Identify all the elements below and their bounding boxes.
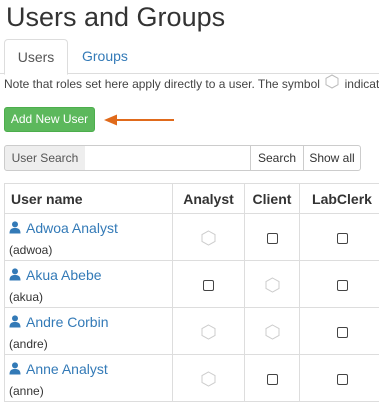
user-icon: [9, 266, 21, 286]
role-cell-client: [245, 214, 300, 261]
user-name-cell: Andre Corbin (andre): [5, 308, 173, 355]
user-search-label: User Search: [4, 145, 86, 171]
add-new-user-button[interactable]: Add New User: [4, 107, 95, 132]
role-cell-labclerk: [300, 214, 379, 261]
user-fullname[interactable]: Anne Analyst: [26, 361, 108, 377]
users-table: User name Analyst Client LabClerk Adwoa …: [4, 183, 379, 402]
column-header-username: User name: [5, 184, 173, 214]
user-fullname[interactable]: Andre Corbin: [26, 314, 109, 330]
user-icon: [9, 313, 21, 333]
roles-note-text: Note that roles set here apply directly …: [4, 77, 320, 91]
role-cell-analyst: [173, 261, 245, 308]
user-search-group: User Search Search Show all: [4, 145, 361, 171]
user-link[interactable]: Adwoa Analyst: [9, 220, 118, 236]
role-checkbox-analyst[interactable]: [203, 280, 214, 291]
table-row: Akua Abebe (akua): [5, 261, 379, 308]
role-checkbox-labclerk[interactable]: [337, 233, 348, 244]
user-icon: [9, 360, 21, 380]
user-search-input[interactable]: [85, 145, 255, 171]
user-fullname[interactable]: Akua Abebe: [26, 267, 102, 283]
user-name-cell: Anne Analyst (anne): [5, 355, 173, 402]
table-row: Adwoa Analyst (adwoa): [5, 214, 379, 261]
role-checkbox-client[interactable]: [267, 233, 278, 244]
column-header-analyst[interactable]: Analyst: [173, 184, 245, 214]
group-role-hexagon-icon: [201, 369, 216, 385]
column-header-labclerk[interactable]: LabClerk: [300, 184, 379, 214]
role-checkbox-labclerk[interactable]: [337, 280, 348, 291]
search-button[interactable]: Search: [250, 145, 304, 171]
role-checkbox-labclerk[interactable]: [337, 374, 348, 385]
column-header-client[interactable]: Client: [245, 184, 300, 214]
table-header-row: User name Analyst Client LabClerk: [5, 184, 379, 214]
group-role-hexagon-icon: [265, 275, 280, 291]
role-cell-labclerk: [300, 308, 379, 355]
user-name-cell: Adwoa Analyst (adwoa): [5, 214, 173, 261]
role-cell-labclerk: [300, 355, 379, 402]
hexagon-icon: [325, 74, 339, 94]
user-link[interactable]: Andre Corbin: [9, 314, 109, 330]
table-row: Andre Corbin (andre): [5, 308, 379, 355]
tab-groups[interactable]: Groups: [68, 39, 142, 74]
user-name-cell: Akua Abebe (akua): [5, 261, 173, 308]
role-cell-analyst: [173, 214, 245, 261]
show-all-button[interactable]: Show all: [303, 145, 361, 171]
user-login: (anne): [9, 382, 168, 400]
user-login: (andre): [9, 335, 168, 353]
table-row: Anne Analyst (anne): [5, 355, 379, 402]
role-cell-client: [245, 355, 300, 402]
arrow-annotation-icon: [104, 113, 176, 127]
user-link[interactable]: Akua Abebe: [9, 267, 102, 283]
role-cell-analyst: [173, 308, 245, 355]
group-role-hexagon-icon: [201, 322, 216, 338]
user-login: (akua): [9, 288, 168, 306]
role-cell-labclerk: [300, 261, 379, 308]
role-checkbox-labclerk[interactable]: [337, 327, 348, 338]
user-link[interactable]: Anne Analyst: [9, 361, 108, 377]
user-fullname[interactable]: Adwoa Analyst: [26, 220, 118, 236]
tab-bar: Users Groups: [0, 39, 379, 74]
tab-users[interactable]: Users: [4, 39, 68, 75]
page-title: Users and Groups: [6, 0, 225, 34]
roles-note: Note that roles set here apply directly …: [4, 75, 379, 94]
user-icon: [9, 219, 21, 239]
role-cell-client: [245, 261, 300, 308]
role-cell-client: [245, 308, 300, 355]
group-role-hexagon-icon: [265, 322, 280, 338]
user-login: (adwoa): [9, 241, 168, 259]
role-cell-analyst: [173, 355, 245, 402]
roles-note-text-end: indicates: [345, 77, 379, 91]
group-role-hexagon-icon: [201, 228, 216, 244]
role-checkbox-client[interactable]: [267, 374, 278, 385]
